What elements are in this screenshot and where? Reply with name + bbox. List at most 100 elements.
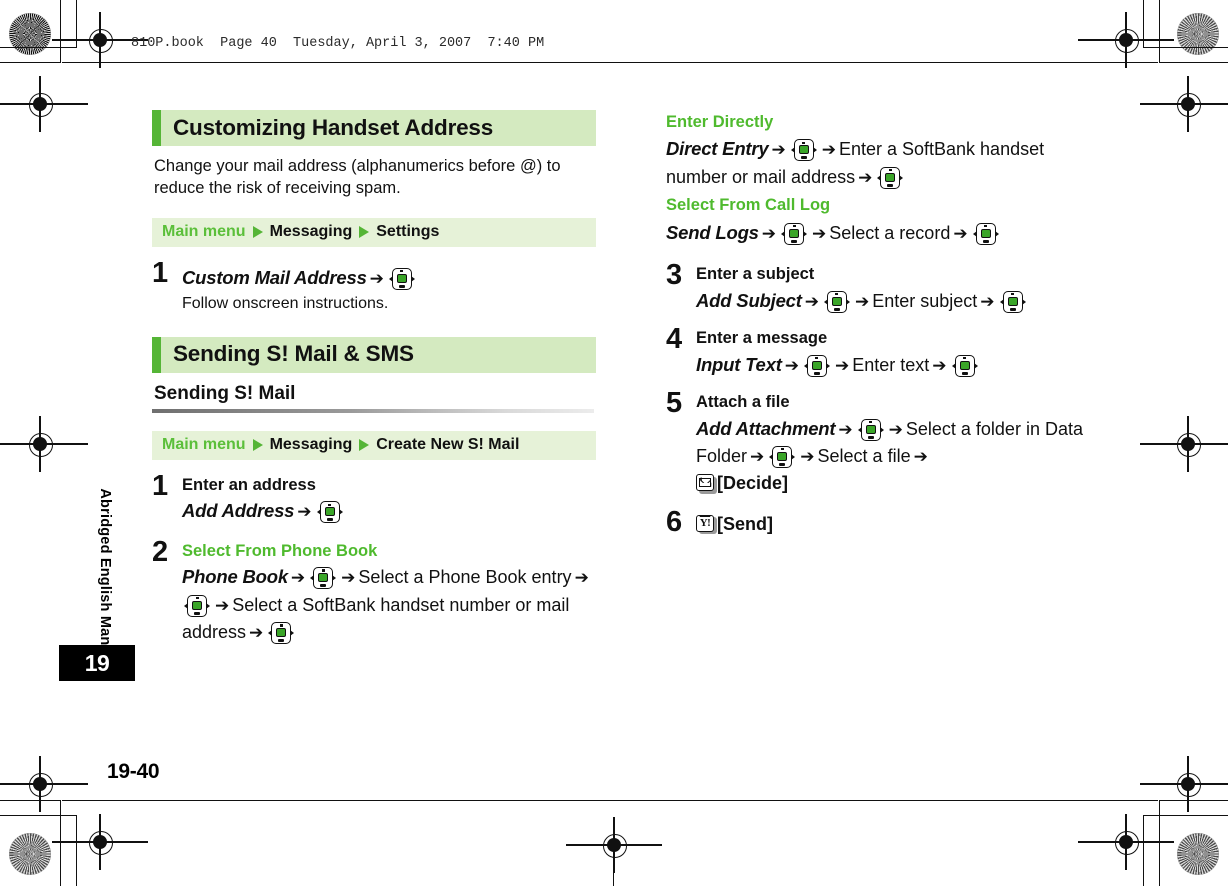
registration-target-lower-left xyxy=(0,756,88,812)
section-heading-text: Sending S! Mail & SMS xyxy=(173,341,414,367)
block-command: Send Logs xyxy=(666,221,759,243)
arrow-icon: ➔ xyxy=(290,568,306,588)
menu-path-settings: Main menu Messaging Settings xyxy=(152,217,596,247)
subsection-heading: Sending S! Mail xyxy=(154,382,296,404)
step-item: 3 Enter a subject Add Subject ➔ ➔ Enter sub… xyxy=(666,258,1110,315)
menu-path-create-new-smail: Main menu Messaging Create New S! Mail xyxy=(152,430,596,460)
registration-target-center-left xyxy=(0,416,88,472)
arrow-icon: ➔ xyxy=(750,446,765,466)
arrow-icon: ➔ xyxy=(854,291,870,311)
arrow-icon: ➔ xyxy=(804,291,819,311)
arrow-icon: ➔ xyxy=(913,446,928,466)
side-tab-label: Abridged English Manual xyxy=(97,488,113,667)
navigation-key-icon xyxy=(310,567,337,590)
navigation-key-icon xyxy=(972,222,999,245)
footer-divider xyxy=(62,800,1158,802)
crop-line-bottom-center xyxy=(613,860,614,886)
navigation-key-icon xyxy=(877,166,904,189)
menu-path-item-messaging: Messaging xyxy=(269,223,353,241)
crop-line-bottom-right-inner xyxy=(1143,815,1228,816)
navigation-key-icon xyxy=(268,622,295,645)
arrow-icon: ➔ xyxy=(932,355,947,375)
registration-starburst-bottom-right xyxy=(1177,833,1219,875)
step-number: 2 xyxy=(152,535,168,568)
arrow-icon: ➔ xyxy=(784,355,799,375)
arrow-icon: ➔ xyxy=(771,140,786,160)
gradient-divider xyxy=(152,408,594,413)
registration-target-center-right xyxy=(1140,416,1228,472)
left-column: Customizing Handset Address Change your … xyxy=(152,110,596,652)
heading-accent-bar xyxy=(152,336,161,373)
navigation-key-icon xyxy=(769,445,796,468)
crop-line-right-outer xyxy=(1159,0,1160,63)
header-divider xyxy=(62,62,1158,64)
step-title: Enter an address xyxy=(182,475,316,494)
manual-page: 810P.book Page 40 Tuesday, April 3, 2007… xyxy=(0,0,1228,886)
yahoo-key-icon: Y! xyxy=(696,514,717,535)
registration-starburst-top-left xyxy=(9,13,51,55)
registration-target-bottom-left xyxy=(52,814,148,870)
arrow-icon: ➔ xyxy=(369,268,384,288)
arrow-icon: ➔ xyxy=(812,223,827,243)
step-item: 1 Custom Mail Address ➔ Follow onscreen i… xyxy=(152,258,596,315)
play-triangle-icon xyxy=(252,226,263,239)
crop-line-left-inner-bottom xyxy=(76,815,77,886)
send-label: [Send] xyxy=(717,513,773,534)
arrow-icon: ➔ xyxy=(341,568,356,588)
crop-line-top-left-inner xyxy=(0,47,77,48)
chapter-number-badge: 19 xyxy=(59,645,135,681)
arrow-icon: ➔ xyxy=(761,223,777,243)
arrow-icon: ➔ xyxy=(834,355,850,375)
heading-accent-bar xyxy=(152,110,161,146)
navigation-key-icon xyxy=(316,501,343,524)
arrow-icon: ➔ xyxy=(953,223,968,243)
step-fragment-2: Select a SoftBank handset number or mail… xyxy=(182,594,570,643)
step-number: 3 xyxy=(666,258,682,291)
page-number: 19-40 xyxy=(107,760,160,783)
decide-label: [Decide] xyxy=(717,473,789,494)
step-command: Input Text xyxy=(696,353,782,375)
crop-line-bottom-left-inner xyxy=(0,815,77,816)
navigation-key-icon xyxy=(184,594,210,617)
arrow-icon: ➔ xyxy=(838,419,853,439)
continued-block-enter-directly: Enter Directly Direct Entry ➔ ➔ Enter a Sof… xyxy=(666,112,1110,191)
registration-target-top-left xyxy=(52,12,148,68)
section-heading-customizing-handset-address: Customizing Handset Address xyxy=(152,110,596,146)
arrow-icon: ➔ xyxy=(821,140,836,160)
registration-target-lower-right xyxy=(1140,756,1228,812)
arrow-icon: ➔ xyxy=(297,502,312,522)
section-intro-paragraph: Change your mail address (alphanumerics … xyxy=(154,157,561,197)
section-heading-text: Customizing Handset Address xyxy=(173,114,494,140)
step-command: Add Attachment xyxy=(696,417,836,439)
navigation-key-icon xyxy=(388,267,415,290)
step-command-line: Phone Book ➔ ➔ Select a Phone Book entry ➔ ➔ S… xyxy=(182,563,596,646)
registration-target-bottom-right xyxy=(1078,814,1174,870)
step-item: 6 Y! [Send] xyxy=(666,505,1110,538)
step-number: 6 xyxy=(666,505,682,538)
arrow-icon: ➔ xyxy=(574,568,589,588)
step-item: 2 Select From Phone Book Phone Book ➔ ➔ Sel… xyxy=(152,535,596,647)
step-command-line: Custom Mail Address ➔ xyxy=(182,264,596,292)
step-item: 5 Attach a file Add Attachment ➔ ➔ Select a… xyxy=(666,386,1110,498)
crop-line-left-outer xyxy=(60,0,61,63)
crop-line-top-right-inner xyxy=(1143,47,1228,48)
navigation-key-icon xyxy=(781,222,808,245)
block-label: Select From Call Log xyxy=(666,196,831,215)
play-triangle-icon xyxy=(359,439,370,452)
crop-line-left-outer-bottom xyxy=(60,800,61,886)
navigation-key-icon xyxy=(951,354,978,377)
arrow-icon: ➔ xyxy=(249,623,264,643)
navigation-key-icon xyxy=(999,290,1026,313)
step-command-line: Add Subject ➔ ➔ Enter subject ➔ xyxy=(696,287,1110,315)
step-number: 5 xyxy=(666,386,682,419)
registration-target-mid-right xyxy=(1140,76,1228,132)
registration-target-bottom-center xyxy=(566,817,662,873)
registration-starburst-bottom-left xyxy=(9,833,51,875)
block-fragment: Select a record xyxy=(829,222,951,243)
step-command: Custom Mail Address xyxy=(182,266,367,288)
step-command-line: Add Attachment ➔ ➔ Select a folder in Data … xyxy=(696,415,1110,498)
crop-line-top-right-outer xyxy=(1159,62,1228,63)
crop-line-right-outer-bottom xyxy=(1159,800,1160,886)
step-fragment: Enter text xyxy=(852,354,930,375)
step-command-line: Add Address ➔ xyxy=(182,497,596,525)
